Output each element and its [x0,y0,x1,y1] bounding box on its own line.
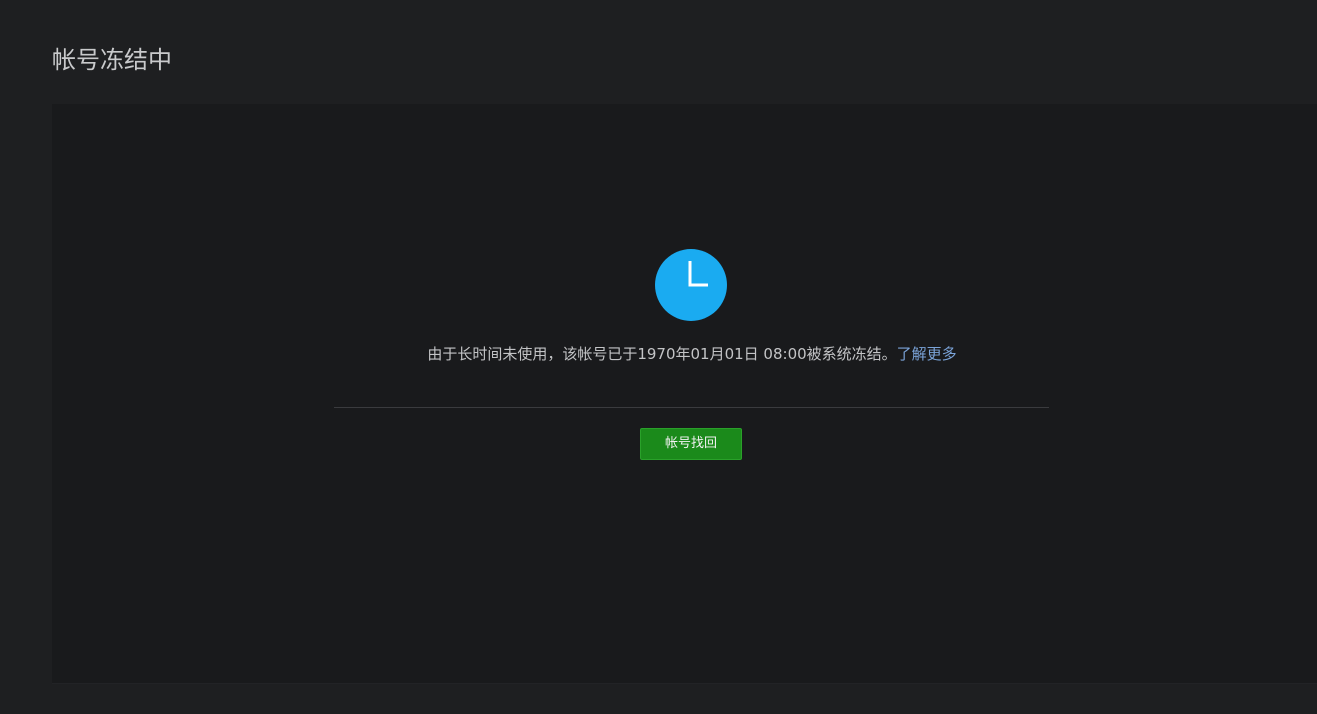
page-title: 帐号冻结中 [52,46,172,74]
divider [334,407,1049,408]
learn-more-link[interactable]: 了解更多 [897,345,957,363]
clock-icon [655,249,727,321]
recover-account-button[interactable]: 帐号找回 [640,428,742,460]
frozen-message: 由于长时间未使用，该帐号已于1970年01月01日 08:00被系统冻结。了解更… [52,343,1317,365]
content-panel: 由于长时间未使用，该帐号已于1970年01月01日 08:00被系统冻结。了解更… [52,104,1317,684]
frozen-message-text: 由于长时间未使用，该帐号已于1970年01月01日 08:00被系统冻结。 [427,345,897,363]
frozen-account-page: 帐号冻结中 由于长时间未使用，该帐号已于1970年01月01日 08:00被系统… [0,0,1317,714]
